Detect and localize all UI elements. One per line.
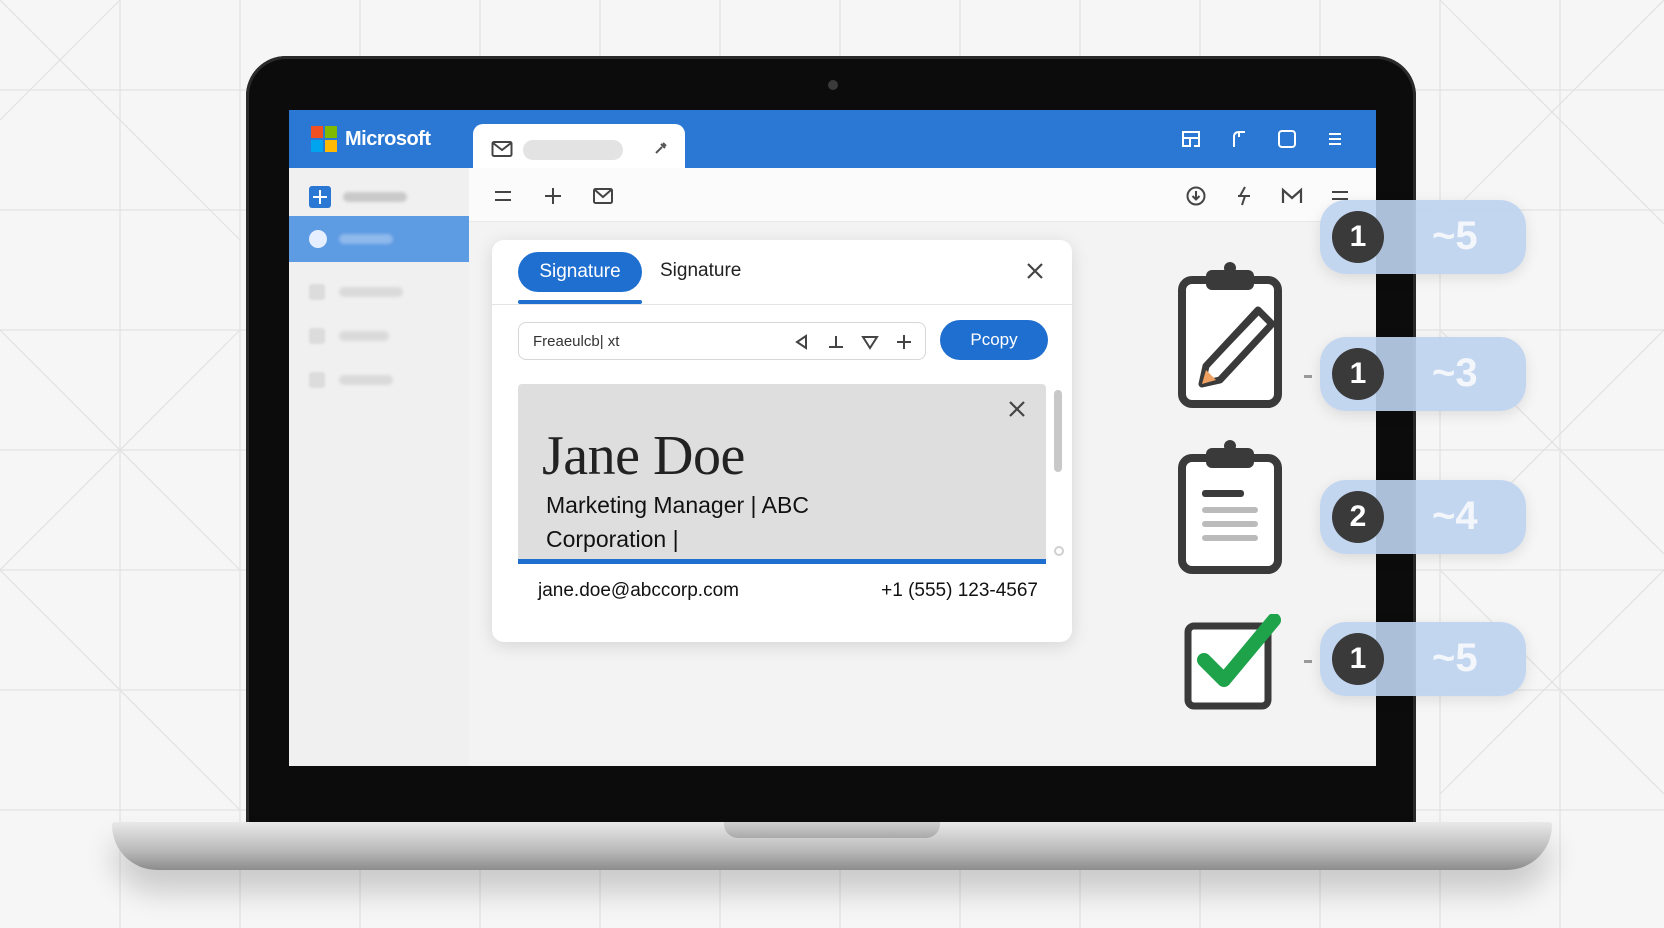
pin-icon[interactable] xyxy=(653,140,669,156)
step-estimate: ~4 xyxy=(1432,494,1478,538)
signature-phone: +1 (555) 123-4567 xyxy=(881,580,1038,601)
pen-icon[interactable] xyxy=(1228,128,1250,150)
microsoft-logo-icon xyxy=(311,126,337,152)
mail-icon xyxy=(491,141,513,157)
mail-icon[interactable] xyxy=(591,184,615,208)
copy-button[interactable]: Pcopy xyxy=(940,320,1048,360)
window-controls xyxy=(1180,128,1346,150)
clipboard-list-icon xyxy=(1178,440,1282,574)
close-icon[interactable] xyxy=(1024,260,1046,282)
gmail-icon[interactable] xyxy=(1280,184,1304,208)
sidebar-item-label-placeholder xyxy=(339,287,403,297)
webcam xyxy=(828,80,838,90)
folder-icon xyxy=(309,284,325,300)
scrollbar[interactable] xyxy=(1054,390,1062,472)
step-badge: 1 ~5 xyxy=(1320,622,1526,696)
menu-icon[interactable] xyxy=(1324,128,1346,150)
step-number: 1 xyxy=(1332,633,1384,685)
divider xyxy=(492,304,1072,305)
folder-icon xyxy=(309,328,325,344)
sidebar-item[interactable] xyxy=(309,372,393,388)
arrow-left-icon[interactable] xyxy=(791,331,813,353)
signature-title: Marketing Manager | ABC Corporation | xyxy=(546,492,809,552)
sidebar-item[interactable] xyxy=(309,328,389,344)
brand[interactable]: Microsoft xyxy=(311,126,431,152)
signature-email: jane.doe@abccorp.com xyxy=(538,580,739,601)
plus-icon xyxy=(309,186,331,208)
step-badge: 1 ~5 xyxy=(1320,200,1526,274)
resize-handle[interactable] xyxy=(1054,546,1064,556)
sidebar-item-active[interactable] xyxy=(289,216,469,262)
sidebar xyxy=(289,168,469,766)
step-number: 1 xyxy=(1332,211,1384,263)
signature-text-input-value: Freaeulcb| xt xyxy=(533,333,620,350)
step-estimate: ~3 xyxy=(1432,351,1478,395)
clipboard-pencil-icon xyxy=(1178,262,1282,408)
layout-icon[interactable] xyxy=(1180,128,1202,150)
signature-name: Jane Doe xyxy=(542,425,745,487)
sidebar-item-label-placeholder xyxy=(339,375,393,385)
close-icon[interactable] xyxy=(1006,398,1028,420)
step-number: 2 xyxy=(1332,491,1384,543)
laptop-notch xyxy=(724,822,940,838)
sidebar-item[interactable] xyxy=(309,284,403,300)
step-estimate: ~5 xyxy=(1432,636,1478,680)
tab-signature[interactable]: Signature xyxy=(660,260,741,282)
menu-icon[interactable] xyxy=(491,184,515,208)
step-estimate: ~5 xyxy=(1432,214,1478,258)
new-item-label-placeholder xyxy=(343,192,407,202)
lightning-icon[interactable] xyxy=(1232,184,1256,208)
folder-icon xyxy=(309,372,325,388)
window-icon[interactable] xyxy=(1276,128,1298,150)
step-badge: 1 ~3 xyxy=(1320,337,1526,411)
plus-icon[interactable] xyxy=(893,331,915,353)
signature-dialog: Signature Signature Freaeulcb| xt Pcopy … xyxy=(492,240,1072,642)
brand-name: Microsoft xyxy=(345,127,431,150)
checkbox-checked-icon xyxy=(1184,614,1281,710)
signature-text-input[interactable]: Freaeulcb| xt xyxy=(518,322,926,360)
baseline-icon[interactable] xyxy=(825,331,847,353)
new-item-button[interactable] xyxy=(309,186,407,208)
sidebar-item-label-placeholder xyxy=(339,234,393,244)
tab-signature-active[interactable]: Signature xyxy=(518,252,642,292)
plus-icon[interactable] xyxy=(541,184,565,208)
download-icon[interactable] xyxy=(1184,184,1208,208)
signature-preview: Jane Doe Marketing Manager | ABC Corpora… xyxy=(518,384,1046,564)
tab-title-placeholder xyxy=(523,140,623,160)
step-badge: 2 ~4 xyxy=(1320,480,1526,554)
toolbar xyxy=(469,168,1376,222)
connector xyxy=(1304,375,1312,378)
info-icon xyxy=(309,230,327,248)
mail-tab[interactable] xyxy=(473,124,685,170)
step-number: 1 xyxy=(1332,348,1384,400)
connector xyxy=(1304,660,1312,663)
title-bar: Microsoft xyxy=(289,110,1376,170)
sidebar-item-label-placeholder xyxy=(339,331,389,341)
triangle-down-icon[interactable] xyxy=(859,331,881,353)
